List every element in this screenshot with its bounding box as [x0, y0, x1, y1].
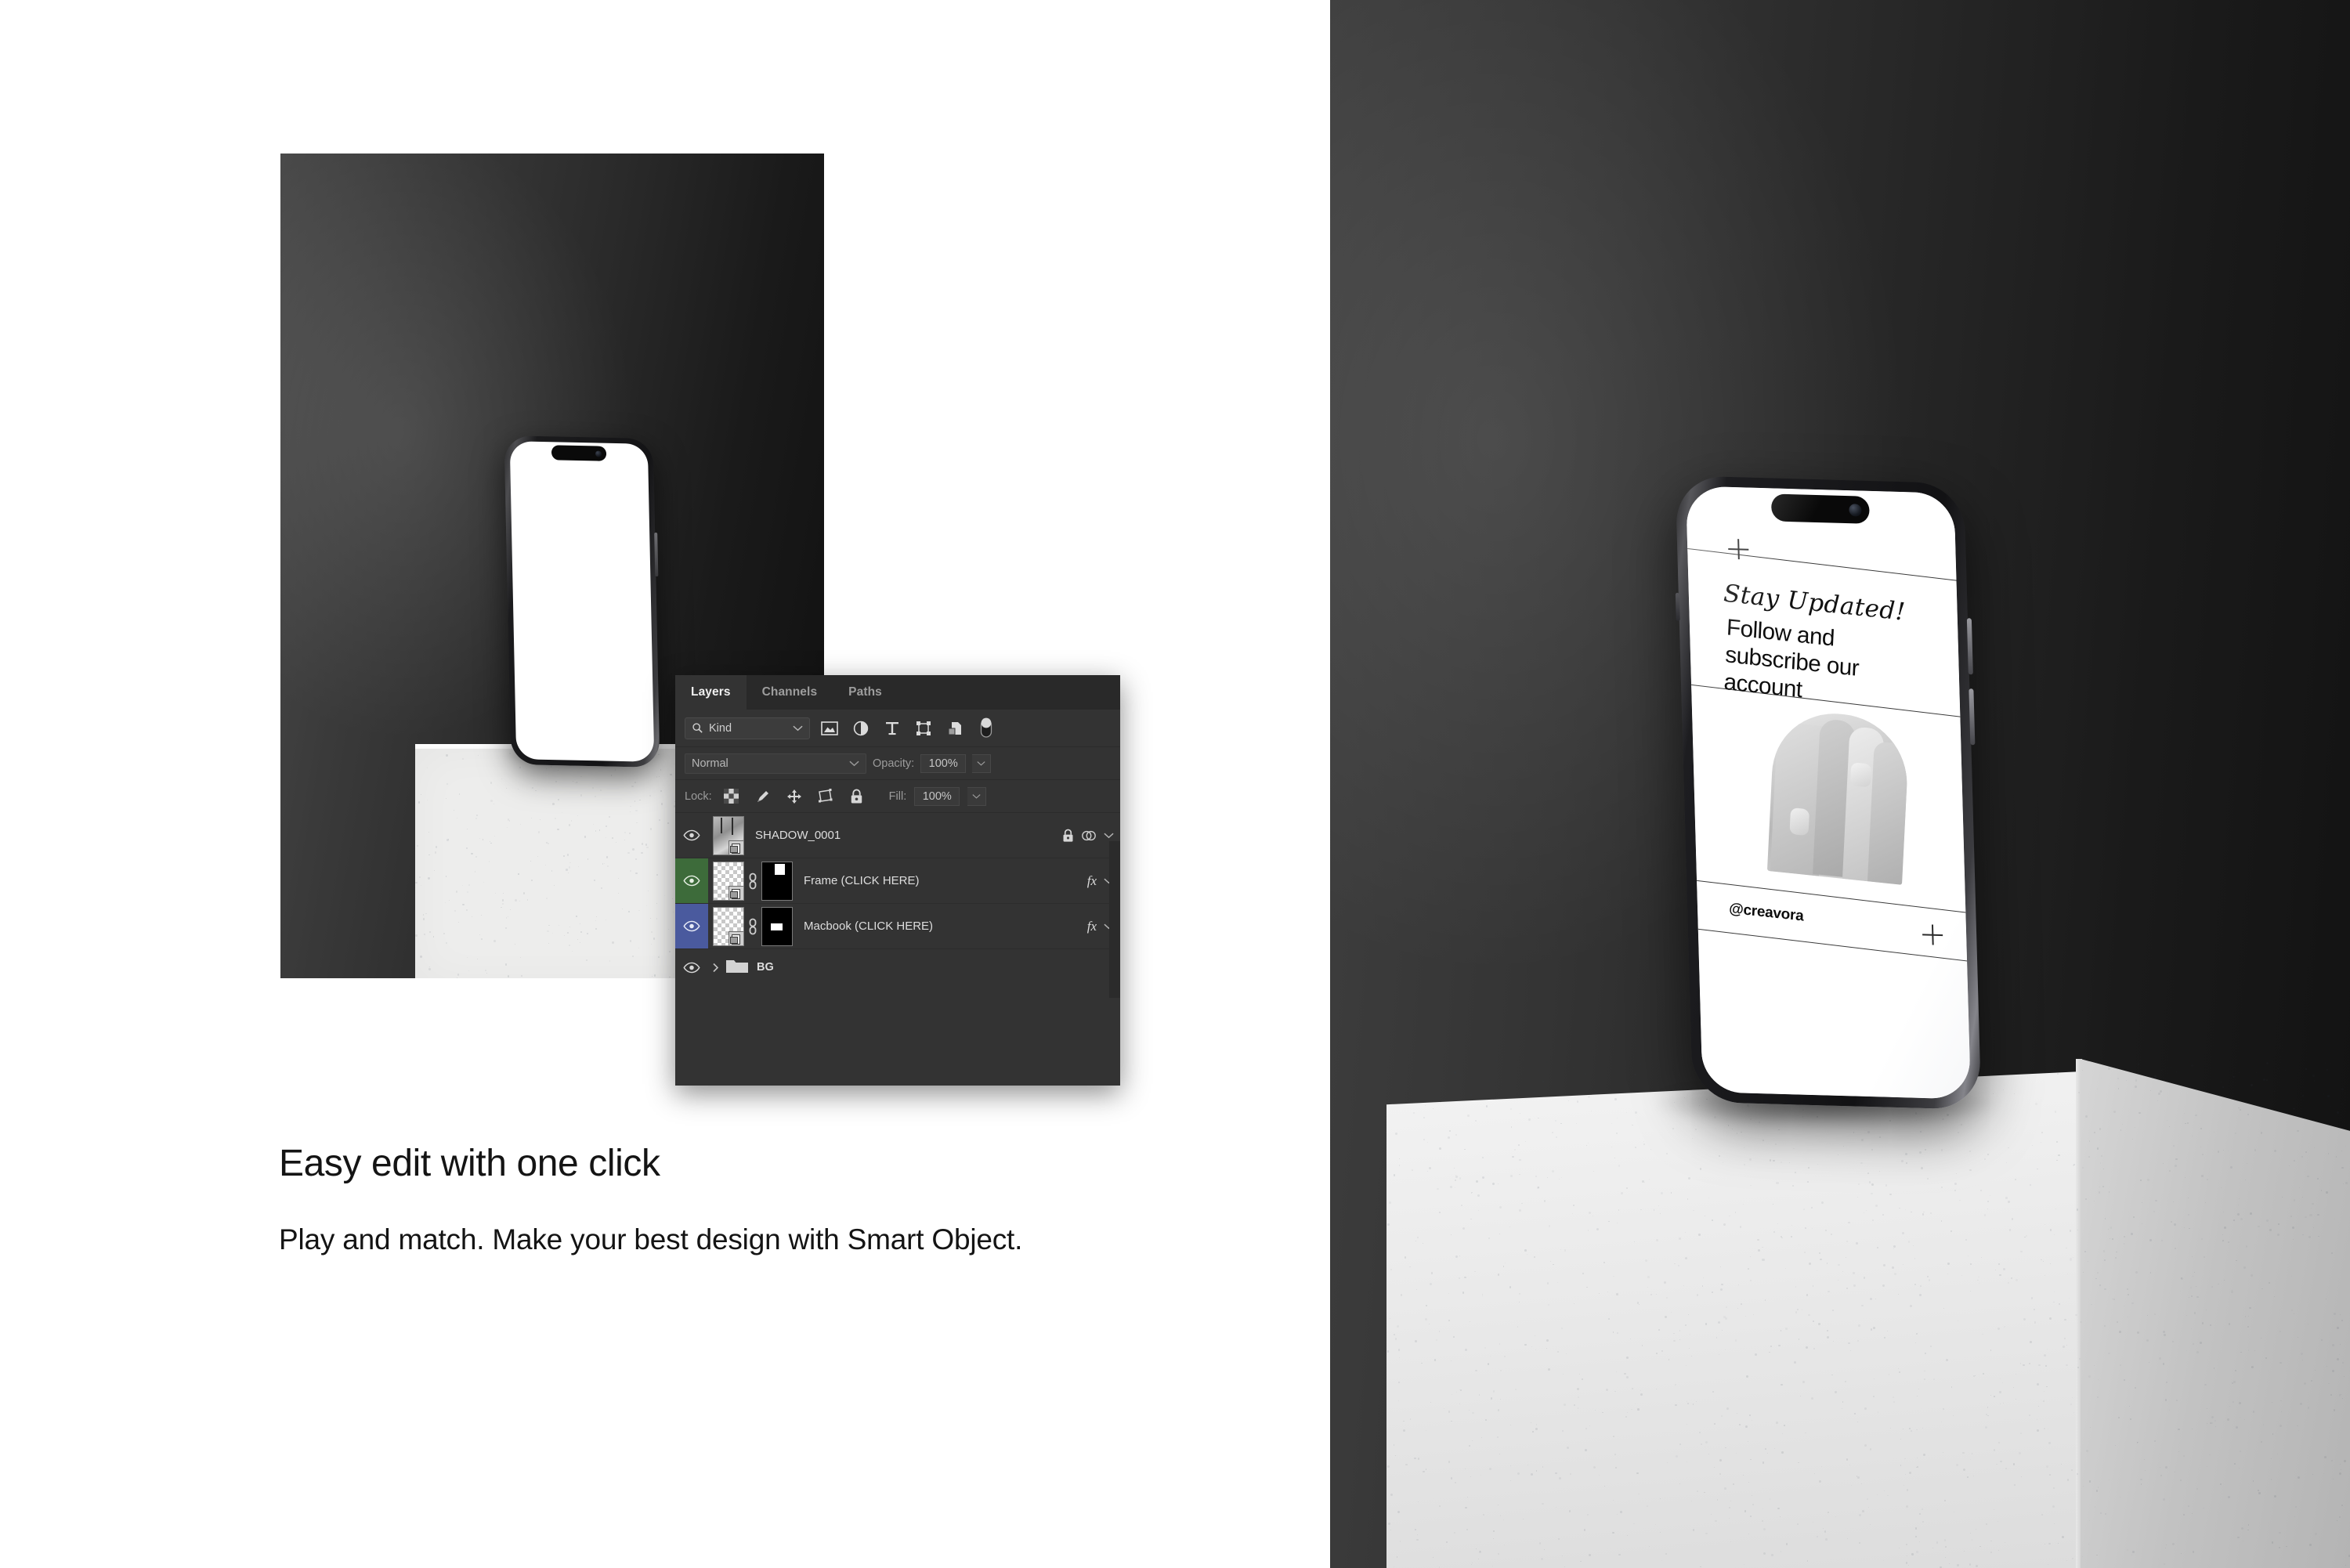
eye-icon — [683, 962, 700, 973]
lock-position-icon[interactable] — [783, 786, 806, 807]
fill-stepper[interactable] — [967, 786, 987, 806]
podium-texture — [1386, 1059, 2350, 1568]
caption-body-text: Play and match. Make your best design wi… — [279, 1223, 1023, 1255]
tab-layers-label: Layers — [691, 685, 731, 699]
smart-object-filter-icon[interactable] — [943, 718, 967, 739]
panel-scrollbar[interactable] — [1109, 841, 1120, 998]
chevron-down-icon — [972, 794, 981, 799]
fill-value: 100% — [922, 789, 952, 803]
phone-screen-blank — [509, 441, 655, 762]
layer-filter-row: Kind — [675, 710, 1120, 747]
group-expand-toggle[interactable] — [708, 963, 722, 973]
smart-object-badge-icon — [728, 885, 743, 900]
layer-style-circles-icon[interactable] — [1081, 829, 1097, 843]
smart-object-badge-icon — [728, 930, 743, 945]
layer-name: SHADOW_0001 — [755, 829, 841, 842]
eye-icon — [683, 829, 700, 841]
tab-channels[interactable]: Channels — [746, 675, 833, 710]
front-camera-icon — [1849, 503, 1862, 517]
plus-marker-icon — [1728, 539, 1749, 560]
chevron-right-icon — [712, 963, 718, 972]
mask-link-icon[interactable] — [744, 873, 761, 890]
page-title: Easy edit with one click — [279, 1143, 660, 1184]
tab-paths-label: Paths — [848, 685, 882, 699]
lock-row: Lock: Fill: 100% — [675, 780, 1120, 813]
design-photo — [1766, 706, 1911, 885]
lock-icon[interactable] — [1062, 829, 1074, 843]
type-layer-filter-icon[interactable] — [880, 718, 904, 739]
chevron-down-icon — [793, 725, 803, 732]
folder-icon — [725, 957, 749, 977]
filter-enable-toggle[interactable] — [974, 717, 998, 739]
blend-mode-dropdown[interactable]: Normal — [685, 753, 866, 774]
phone-screen: Stay Updated! Follow and subscribe our a… — [1685, 486, 1972, 1100]
lock-image-pixels-icon[interactable] — [751, 786, 775, 807]
right-product-scene: Stay Updated! Follow and subscribe our a… — [1330, 0, 2350, 1568]
layer-mask-thumbnail[interactable] — [761, 906, 793, 946]
layer-visibility-toggle[interactable] — [675, 904, 708, 948]
layer-fx-badge[interactable]: fx — [1087, 873, 1097, 889]
chevron-down-icon — [977, 761, 985, 766]
tab-layers[interactable]: Layers — [675, 675, 747, 710]
lock-transparent-pixels-icon[interactable] — [720, 786, 743, 807]
layer-fx-badge[interactable]: fx — [1087, 919, 1097, 934]
caption-block: Easy edit with one click Play and match.… — [279, 1143, 1141, 1258]
layer-visibility-toggle[interactable] — [675, 949, 708, 985]
phone-frame: Stay Updated! Follow and subscribe our a… — [1675, 475, 1982, 1110]
layer-thumbnail[interactable] — [713, 861, 744, 901]
layer-name: Frame (CLICK HERE) — [804, 874, 920, 887]
phone-mockup-left — [504, 435, 660, 768]
phone-mockup-right: Stay Updated! Follow and subscribe our a… — [1675, 475, 1982, 1110]
front-camera-icon — [595, 450, 602, 457]
lock-label: Lock: — [685, 789, 712, 803]
layer-visibility-toggle[interactable] — [675, 813, 708, 858]
layer-thumbnail[interactable] — [713, 906, 744, 946]
eye-icon — [683, 920, 700, 932]
opacity-value: 100% — [928, 757, 958, 770]
filter-kind-label: Kind — [709, 721, 732, 735]
table-row[interactable]: Macbook (CLICK HERE) fx — [675, 904, 1120, 949]
phone-silent-switch — [1675, 592, 1680, 621]
fill-value-field[interactable]: 100% — [914, 786, 960, 806]
layer-visibility-toggle[interactable] — [675, 858, 708, 903]
tab-channels-label: Channels — [761, 685, 818, 699]
lock-artboard-nesting-icon[interactable] — [814, 786, 837, 807]
tab-paths[interactable]: Paths — [833, 675, 898, 710]
layer-mask-thumbnail[interactable] — [761, 861, 793, 901]
design-handle: @creavora — [1728, 900, 1804, 925]
table-row[interactable]: BG — [675, 949, 1120, 985]
opacity-stepper[interactable] — [972, 753, 992, 773]
left-showcase-panel: Layers Channels Paths Kind Normal Opacit… — [0, 0, 1330, 1568]
lock-all-icon[interactable] — [845, 786, 869, 807]
opacity-value-field[interactable]: 100% — [920, 753, 967, 773]
panel-tab-bar: Layers Channels Paths — [675, 675, 1120, 710]
blend-mode-value: Normal — [692, 757, 728, 770]
pixel-layer-filter-icon[interactable] — [818, 718, 841, 739]
instagram-story-design: Stay Updated! Follow and subscribe our a… — [1685, 486, 1972, 1100]
eye-icon — [683, 875, 700, 887]
layer-name: BG — [757, 961, 774, 974]
adjustment-layer-filter-icon[interactable] — [849, 718, 873, 739]
mask-link-icon[interactable] — [744, 918, 761, 935]
photoshop-layers-panel[interactable]: Layers Channels Paths Kind Normal Opacit… — [675, 675, 1120, 1086]
layer-list: SHADOW_0001 Frame (CLICK HERE) fx Macboo… — [675, 813, 1120, 985]
filter-kind-dropdown[interactable]: Kind — [685, 717, 810, 739]
dynamic-island-icon — [1770, 493, 1870, 524]
layer-name: Macbook (CLICK HERE) — [804, 919, 934, 933]
layer-thumbnail[interactable] — [713, 815, 744, 855]
phone-frame — [504, 435, 660, 768]
smart-object-badge-icon — [728, 840, 743, 854]
design-subheadline: Follow and subscribe our account — [1723, 614, 1860, 703]
blend-mode-row: Normal Opacity: 100% — [675, 747, 1120, 780]
table-row[interactable]: Frame (CLICK HERE) fx — [675, 858, 1120, 904]
dynamic-island-icon — [551, 445, 607, 461]
table-row[interactable]: SHADOW_0001 — [675, 813, 1120, 858]
fill-label: Fill: — [888, 789, 907, 803]
search-icon — [692, 723, 703, 733]
plus-marker-icon — [1922, 924, 1943, 945]
shape-layer-filter-icon[interactable] — [912, 718, 935, 739]
chevron-down-icon — [849, 761, 859, 767]
chevron-down-icon[interactable] — [1104, 832, 1114, 839]
opacity-label: Opacity: — [873, 757, 915, 770]
